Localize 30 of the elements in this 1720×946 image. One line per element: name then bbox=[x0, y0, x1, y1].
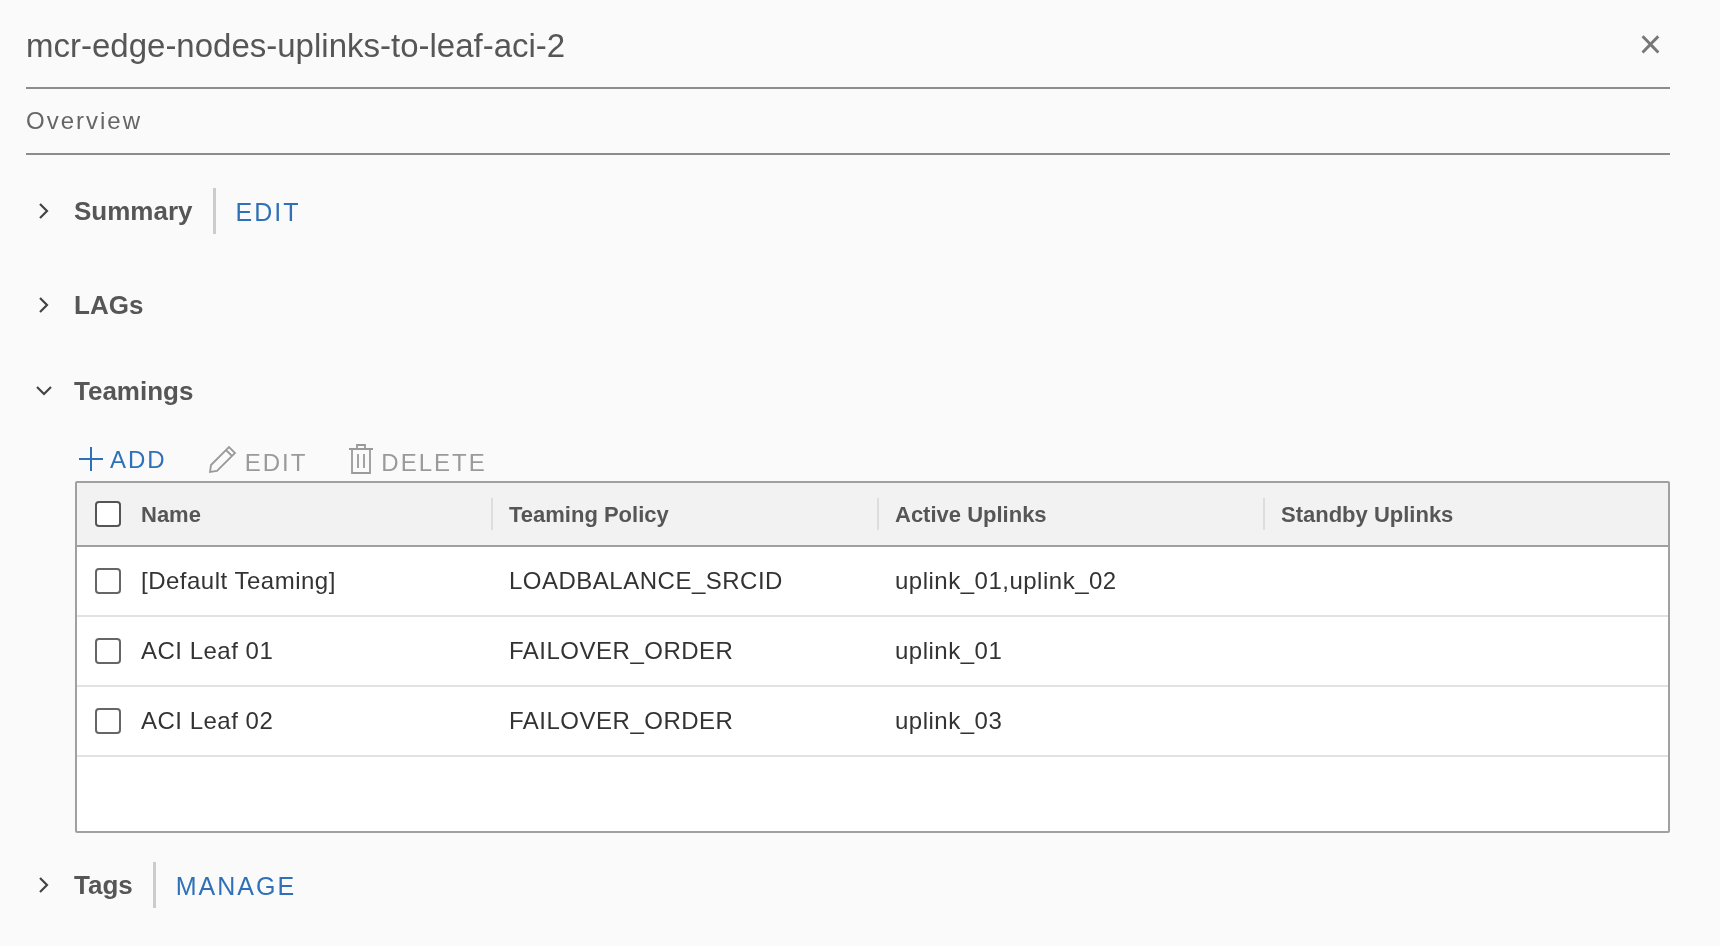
action-link[interactable]: MANAGE bbox=[175, 868, 297, 906]
table-cell: uplink_03 bbox=[895, 707, 1003, 734]
column-header[interactable]: Standby Uplinks bbox=[1281, 497, 1454, 531]
plus-icon bbox=[78, 446, 104, 472]
close-button[interactable]: × bbox=[1638, 23, 1662, 64]
table-cell: FAILOVER_ORDER bbox=[509, 637, 734, 664]
table-cell: ACI Leaf 02 bbox=[141, 707, 274, 734]
panel-title: mcr-edge-nodes-uplinks-to-leaf-aci-2 bbox=[26, 25, 566, 66]
select-all-checkbox[interactable] bbox=[95, 501, 121, 527]
column-header[interactable]: Name bbox=[141, 497, 201, 531]
section-title[interactable]: Tags bbox=[74, 865, 133, 905]
row-checkbox[interactable] bbox=[95, 568, 121, 594]
action-link[interactable]: EDIT bbox=[235, 194, 301, 232]
column-header[interactable]: Active Uplinks bbox=[895, 497, 1047, 531]
row-checkbox[interactable] bbox=[95, 708, 121, 734]
table-cell: uplink_01 bbox=[895, 637, 1003, 664]
trash-icon bbox=[347, 443, 376, 475]
table-cell: FAILOVER_ORDER bbox=[509, 707, 734, 734]
table-cell: ACI Leaf 01 bbox=[141, 637, 274, 664]
add-button[interactable]: ADD bbox=[78, 446, 167, 472]
table-cell: uplink_01,uplink_02 bbox=[895, 567, 1117, 594]
table-cell: [Default Teaming] bbox=[141, 567, 336, 594]
row-checkbox[interactable] bbox=[95, 638, 121, 664]
section-title[interactable]: LAGs bbox=[74, 285, 144, 325]
column-header[interactable]: Teaming Policy bbox=[509, 497, 669, 531]
table-cell: LOADBALANCE_SRCID bbox=[509, 567, 783, 594]
pencil-icon bbox=[206, 443, 239, 475]
section-title[interactable]: Teamings bbox=[74, 371, 194, 411]
section-title[interactable]: Summary bbox=[74, 191, 193, 231]
overview-tab[interactable]: Overview bbox=[26, 103, 143, 139]
